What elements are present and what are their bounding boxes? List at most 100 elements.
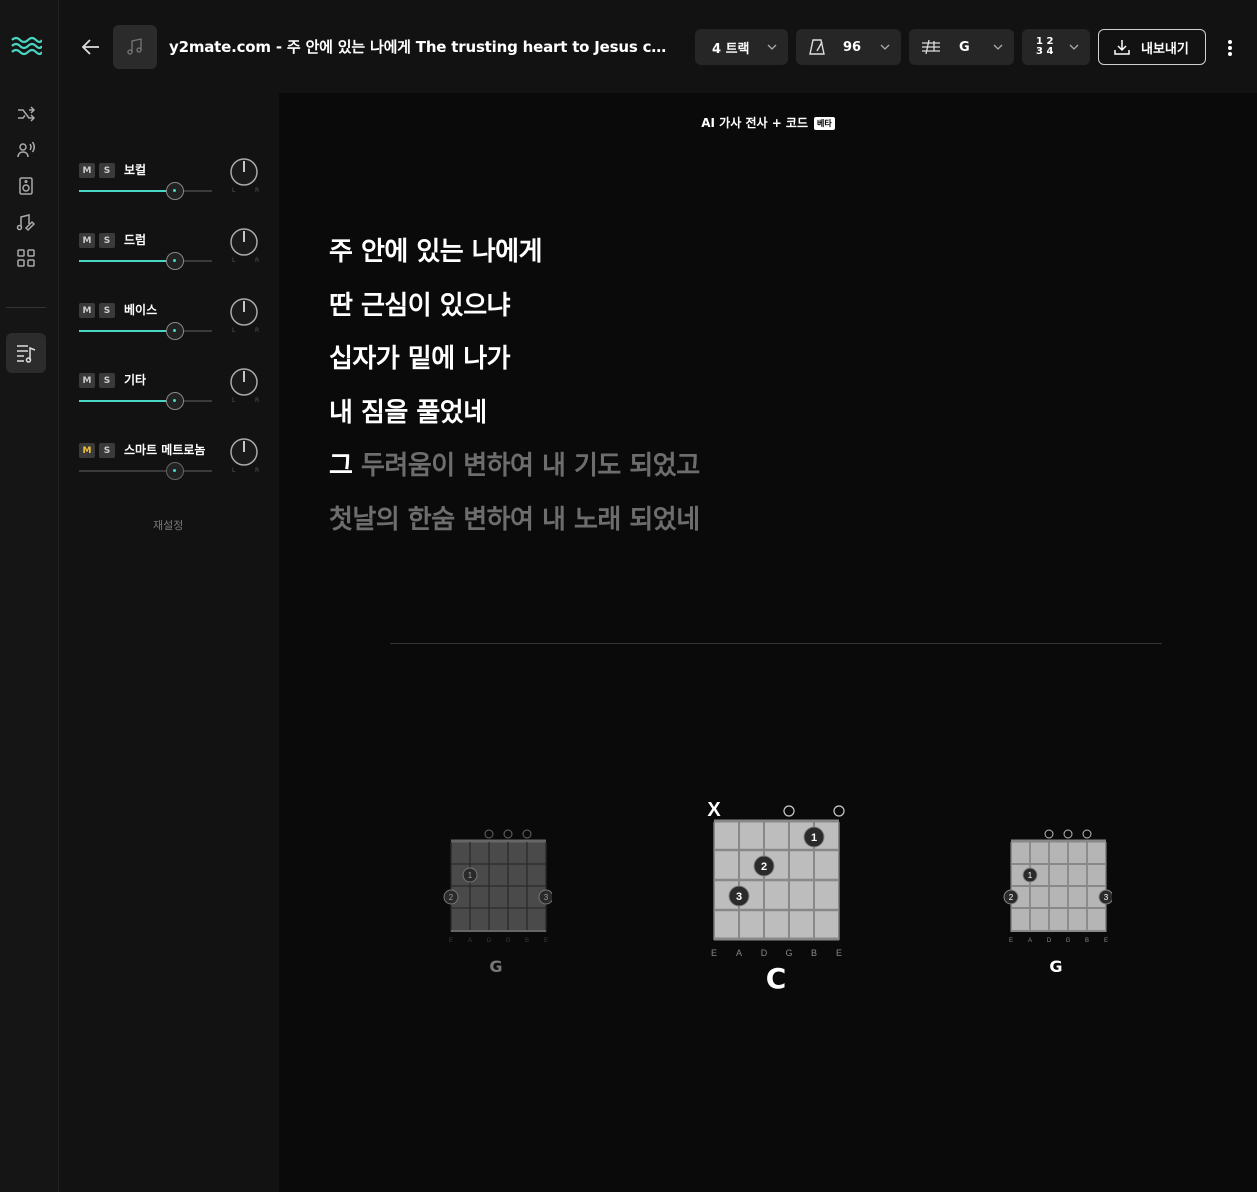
string-label: E — [711, 948, 717, 958]
lyric-upcoming: 첫날의 한숨 변하여 내 노래 되었네 — [329, 505, 700, 535]
finger-label: 1 — [1028, 871, 1033, 880]
string-label: D — [1047, 938, 1052, 944]
lyric-line[interactable]: 주 안에 있는 나에게 — [329, 231, 543, 268]
chord-fretboard: X 1 2 3 E A D G B E — [707, 799, 845, 958]
pan-knob[interactable] — [229, 437, 259, 467]
volume-slider[interactable] — [79, 182, 212, 200]
finger-label: 2 — [761, 861, 767, 873]
string-label: D — [487, 938, 492, 944]
solo-button[interactable]: S — [99, 443, 115, 458]
pan-right-label: R — [255, 397, 260, 404]
lyric-line[interactable]: 십자가 밑에 나가 — [329, 338, 511, 375]
lyric-played: 그 — [329, 451, 353, 481]
track-name: 베이스 — [124, 303, 158, 317]
lyric-upcoming: 두려움이 변하여 내 기도 되었고 — [352, 451, 700, 481]
chord-diagram-next: 1 2 3 E A D G B E G — [1000, 828, 1114, 978]
string-label: B — [811, 948, 817, 958]
wave-logo-icon[interactable] — [10, 34, 43, 58]
finger-label: 1 — [811, 832, 817, 844]
mute-button[interactable]: M — [79, 443, 95, 458]
string-label: G — [506, 938, 511, 944]
key-dropdown[interactable]: G — [909, 29, 1014, 65]
tracks-dropdown[interactable]: 4 트랙 — [695, 29, 788, 65]
metronome-icon — [809, 39, 825, 55]
solo-button[interactable]: S — [99, 303, 115, 318]
time-signature-dropdown[interactable]: 1 2 3 4 — [1022, 29, 1090, 65]
volume-slider-knob[interactable] — [166, 182, 184, 200]
lyric-played: 딴 근심이 있으냐 — [329, 291, 511, 321]
chevron-down-icon — [1069, 44, 1079, 50]
song-title: y2mate.com - 주 안에 있는 나에게 The trusting he… — [169, 38, 669, 56]
chevron-down-icon — [880, 44, 890, 50]
bpm-dropdown[interactable]: 96 — [796, 29, 901, 65]
song-thumbnail — [113, 25, 157, 69]
solo-button[interactable]: S — [99, 163, 115, 178]
track-smart-metronome: M S 스마트 메트로놈 L R — [79, 437, 269, 495]
pan-right-label: R — [255, 257, 260, 264]
track-name: 드럼 — [124, 233, 147, 247]
shuffle-icon[interactable] — [6, 94, 46, 134]
pan-right-label: R — [255, 327, 260, 334]
lyric-line[interactable]: 첫날의 한숨 변하여 내 노래 되었네 — [329, 499, 700, 536]
voice-icon[interactable] — [6, 130, 46, 170]
finger-label: 3 — [736, 891, 742, 903]
pencil-music-icon[interactable] — [6, 202, 46, 242]
muted-string-marker: X — [707, 799, 721, 821]
pan-knob[interactable] — [229, 297, 259, 327]
volume-slider[interactable] — [79, 252, 212, 270]
finger-label: 2 — [449, 893, 454, 902]
lyrics-chords-icon[interactable] — [6, 333, 46, 373]
export-button[interactable]: 내보내기 — [1098, 29, 1206, 65]
time-sig-bottom: 3 4 — [1036, 46, 1054, 57]
lyric-played: 내 짐을 풀었네 — [329, 398, 487, 428]
chord-name: G — [489, 957, 503, 976]
reset-button[interactable]: 재설정 — [153, 517, 183, 533]
pan-knob[interactable] — [229, 227, 259, 257]
volume-slider-knob[interactable] — [166, 462, 184, 480]
lyric-line[interactable]: 딴 근심이 있으냐 — [329, 285, 511, 322]
key-transpose-icon — [922, 39, 940, 55]
track-mixer: M S 보컬 L R M S 드럼 L R M S 베이스 L R M S 기타… — [59, 93, 279, 1192]
panel-title: AI 가사 전사 + 코드 베타 — [279, 114, 1257, 131]
chord-fretboard: 1 2 3 E A D G B E — [443, 829, 554, 944]
mute-button[interactable]: M — [79, 163, 95, 178]
string-label: E — [449, 938, 453, 944]
volume-slider[interactable] — [79, 392, 212, 410]
volume-slider-knob[interactable] — [166, 392, 184, 410]
string-label: E — [1009, 938, 1013, 944]
chevron-down-icon — [767, 44, 777, 50]
chord-diagram-previous: 1 2 3 E A D G B E G — [440, 828, 554, 978]
mute-button[interactable]: M — [79, 233, 95, 248]
speaker-icon[interactable] — [6, 166, 46, 206]
top-header: y2mate.com - 주 안에 있는 나에게 The trusting he… — [59, 0, 1257, 93]
tracks-label: 4 트랙 — [712, 41, 750, 57]
mute-button[interactable]: M — [79, 373, 95, 388]
pan-knob[interactable] — [229, 157, 259, 187]
pan-knob[interactable] — [229, 367, 259, 397]
mute-button[interactable]: M — [79, 303, 95, 318]
panel-title-text: AI 가사 전사 + 코드 — [701, 116, 809, 130]
volume-slider-knob[interactable] — [166, 252, 184, 270]
lyrics-chords-panel: AI 가사 전사 + 코드 베타 주 안에 있는 나에게 딴 근심이 있으냐 십자… — [279, 93, 1257, 1192]
lyric-played: 십자가 밑에 나가 — [329, 344, 511, 374]
string-label: E — [836, 948, 842, 958]
string-label: G — [785, 948, 792, 958]
pan-left-label: L — [232, 327, 236, 334]
chord-name: G — [1049, 957, 1063, 976]
track-vocal: M S 보컬 L R — [79, 157, 269, 215]
track-drums: M S 드럼 L R — [79, 227, 269, 285]
lyric-line[interactable]: 그 두려움이 변하여 내 기도 되었고 — [329, 445, 700, 482]
pan-left-label: L — [232, 397, 236, 404]
lyric-line[interactable]: 내 짐을 풀었네 — [329, 392, 487, 429]
solo-button[interactable]: S — [99, 373, 115, 388]
more-options-icon[interactable] — [1222, 36, 1238, 60]
solo-button[interactable]: S — [99, 233, 115, 248]
rail-divider — [6, 307, 46, 308]
pan-left-label: L — [232, 257, 236, 264]
grid-icon[interactable] — [6, 238, 46, 278]
volume-slider[interactable] — [79, 462, 212, 480]
back-arrow-icon[interactable] — [79, 35, 103, 59]
volume-slider-knob[interactable] — [166, 322, 184, 340]
pan-left-label: L — [232, 187, 236, 194]
volume-slider[interactable] — [79, 322, 212, 340]
